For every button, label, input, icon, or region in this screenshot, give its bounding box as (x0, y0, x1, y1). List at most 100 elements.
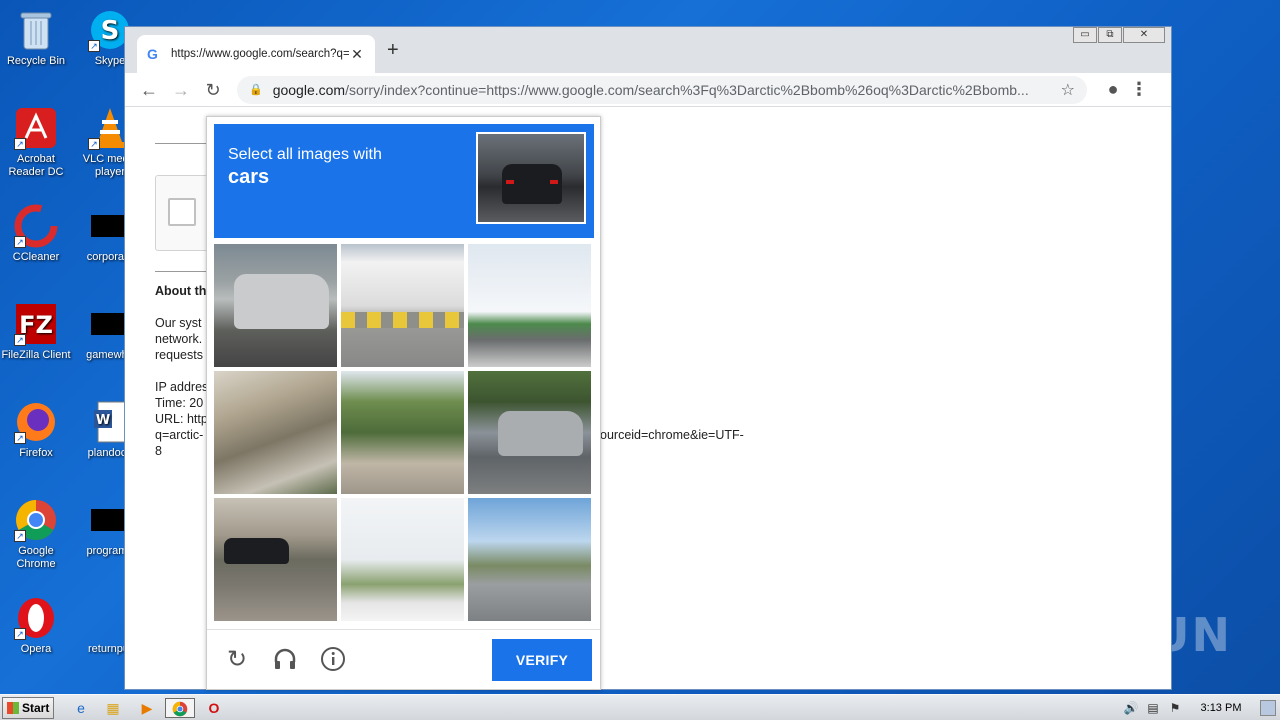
image-tile[interactable] (341, 371, 464, 494)
tab-title: https://www.google.com/search?q= (171, 48, 349, 60)
paragraph-line: Our syst (155, 316, 202, 330)
desktop-icon-label: FileZilla Client (1, 349, 71, 361)
recaptcha-challenge: Select all images with cars ↻ VERIFY (206, 116, 601, 690)
file-explorer-icon[interactable]: ▦ (102, 698, 124, 718)
url-line: 8 (155, 444, 162, 458)
shortcut-arrow-icon: ↗ (14, 432, 26, 444)
new-tab-button[interactable]: + (387, 39, 399, 62)
image-tile[interactable] (214, 244, 337, 367)
paragraph-line: requests (155, 348, 203, 362)
image-tile[interactable] (468, 498, 591, 621)
svg-text:S: S (101, 16, 120, 46)
system-tray: 🔊 ▤ ⚑ 3:13 PM (1120, 695, 1280, 720)
firefox-icon: ↗ (14, 400, 58, 444)
challenge-footer: ↻ VERIFY (207, 629, 600, 689)
image-tile[interactable] (214, 371, 337, 494)
shortcut-arrow-icon: ↗ (14, 530, 26, 542)
svg-text:W: W (96, 413, 110, 428)
lock-icon: 🔒 (249, 84, 263, 96)
acrobat-icon: ↗ (14, 106, 58, 150)
show-desktop-button[interactable] (1260, 700, 1276, 716)
desktop-icon-label: CCleaner (12, 251, 60, 263)
desktop-icon-label: Recycle Bin (6, 55, 66, 67)
tab-strip: G https://www.google.com/search?q= ✕ + ▭… (125, 27, 1171, 73)
desktop-icon-recycle-bin[interactable]: Recycle Bin (0, 8, 72, 68)
desktop-icon-acrobat[interactable]: ↗ Acrobat Reader DC (0, 106, 72, 179)
time-line: Time: 20 (155, 396, 204, 410)
back-arrow-icon[interactable]: ← (133, 76, 165, 104)
volume-icon[interactable]: 🔊 (1120, 701, 1142, 715)
desktop-icon-label: Firefox (19, 447, 53, 459)
desktop-icon-firefox[interactable]: ↗ Firefox (0, 400, 72, 460)
image-tile[interactable] (468, 371, 591, 494)
sample-image (476, 132, 586, 224)
shortcut-arrow-icon: ↗ (14, 138, 26, 150)
url-path: /sorry/index?continue=https://www.google… (345, 81, 1029, 98)
taskbar: Start e ▦ ▶ O 🔊 ▤ ⚑ 3:13 PM (0, 694, 1280, 720)
audio-challenge-headphones-icon[interactable] (271, 646, 299, 674)
shortcut-arrow-icon: ↗ (14, 334, 26, 346)
challenge-header: Select all images with cars (214, 124, 594, 238)
windows-logo-icon (7, 702, 19, 714)
reload-challenge-icon[interactable]: ↻ (223, 646, 251, 674)
clock[interactable]: 3:13 PM (1186, 702, 1256, 714)
minimize-button[interactable]: ▭ (1073, 27, 1097, 43)
action-center-flag-icon[interactable]: ⚑ (1164, 701, 1186, 715)
media-player-icon[interactable]: ▶ (136, 698, 158, 718)
filezilla-icon: FZ ↗ (14, 302, 58, 346)
taskbar-chrome-icon[interactable] (165, 698, 195, 718)
desktop-icon-filezilla[interactable]: FZ ↗ FileZilla Client (0, 302, 72, 362)
restore-button[interactable]: ⧉ (1098, 27, 1122, 43)
taskbar-opera-icon[interactable]: O (203, 698, 225, 718)
verify-button[interactable]: VERIFY (492, 639, 592, 681)
chrome-icon: ↗ (14, 498, 58, 542)
window-controls: ▭ ⧉ ✕ (1072, 27, 1165, 43)
browser-toolbar: ← → ↻ 🔒 google.com/sorry/index?continue=… (125, 73, 1171, 107)
bookmark-star-icon[interactable]: ☆ (1061, 80, 1075, 100)
desktop-icon-label: Google Chrome (16, 545, 56, 570)
image-tile[interactable] (341, 498, 464, 621)
desktop-icon-ccleaner[interactable]: ↗ CCleaner (0, 204, 72, 264)
reload-icon[interactable]: ↻ (197, 76, 229, 104)
start-button[interactable]: Start (2, 697, 54, 719)
image-grid (214, 244, 594, 622)
image-tile[interactable] (468, 244, 591, 367)
challenge-target: cars (228, 166, 270, 188)
image-tile[interactable] (214, 498, 337, 621)
url-line: q=arctic- (155, 428, 204, 442)
paragraph-line: network. (155, 332, 203, 346)
google-favicon-icon: G (147, 46, 158, 62)
forward-arrow-icon[interactable]: → (165, 76, 197, 104)
tab-close-icon[interactable]: ✕ (349, 46, 365, 63)
about-heading: About th (155, 284, 207, 298)
tab-google-search[interactable]: G https://www.google.com/search?q= ✕ (137, 35, 375, 73)
address-bar[interactable]: 🔒 google.com/sorry/index?continue=https:… (237, 75, 1087, 104)
start-label: Start (22, 701, 50, 715)
desktop-icon-opera[interactable]: ↗ Opera (0, 596, 72, 656)
account-icon[interactable]: ● (1097, 79, 1129, 100)
ip-address-line: IP addres (155, 380, 209, 394)
recycle-bin-icon (14, 8, 58, 52)
shortcut-arrow-icon: ↗ (14, 628, 26, 640)
challenge-instruction: Select all images with (228, 146, 382, 163)
close-window-button[interactable]: ✕ (1123, 27, 1165, 43)
recaptcha-checkbox[interactable] (168, 198, 196, 226)
url-domain: google.com (272, 81, 346, 98)
desktop-icon-label: Skype (94, 55, 126, 67)
desktop-icon-label: Acrobat Reader DC (8, 153, 64, 178)
opera-icon: ↗ (14, 596, 58, 640)
menu-kebab-icon[interactable]: ⋮ (1129, 79, 1149, 100)
shortcut-arrow-icon: ↗ (88, 138, 100, 150)
info-icon[interactable] (319, 646, 347, 674)
desktop-icon-label: Opera (20, 643, 52, 655)
image-tile[interactable] (341, 244, 464, 367)
desktop-icon-chrome[interactable]: ↗ Google Chrome (0, 498, 72, 571)
internet-explorer-icon[interactable]: e (70, 698, 92, 718)
ccleaner-icon: ↗ (14, 204, 58, 248)
desktop: Recycle Bin S ↗ Skype ↗ Acrobat Reader D… (0, 0, 137, 690)
url-tail: ourceid=chrome&ie=UTF- (600, 428, 744, 442)
network-icon[interactable]: ▤ (1142, 701, 1164, 715)
shortcut-arrow-icon: ↗ (14, 236, 26, 248)
shortcut-arrow-icon: ↗ (88, 40, 100, 52)
url-text[interactable]: google.com/sorry/index?continue=https://… (273, 82, 1061, 98)
